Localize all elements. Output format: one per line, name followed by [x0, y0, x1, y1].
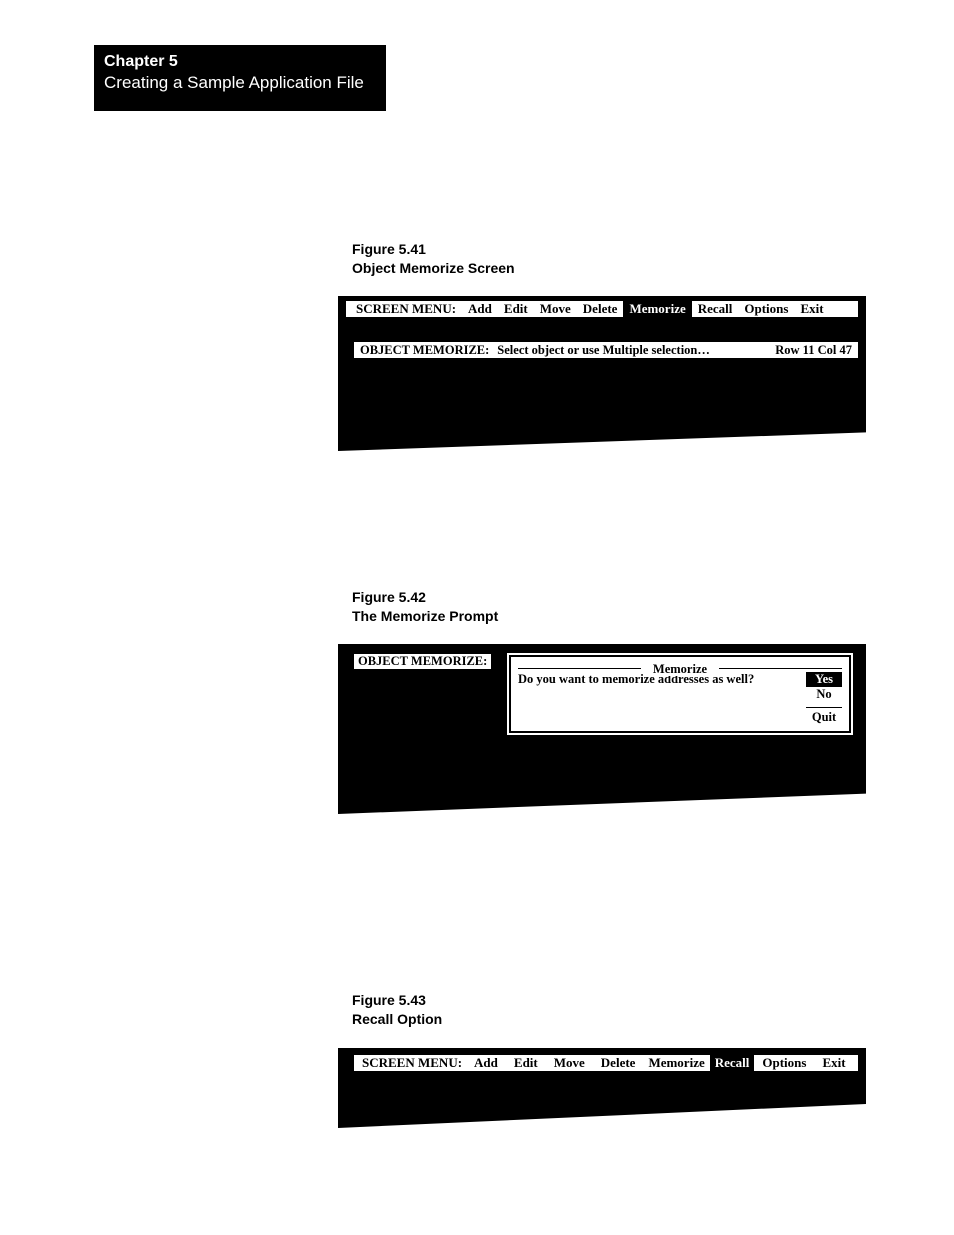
- figure-number: Figure 5.41: [352, 240, 515, 259]
- menu-item-move[interactable]: Move: [534, 301, 577, 317]
- menu-item-delete[interactable]: Delete: [593, 1055, 644, 1071]
- dialog-title: Memorize: [649, 662, 711, 676]
- menu-item-edit[interactable]: Edit: [498, 301, 534, 317]
- figure-title: The Memorize Prompt: [352, 607, 498, 626]
- figure-43-screen: SCREEN MENU: Add Edit Move Delete Memori…: [338, 1048, 866, 1128]
- memorize-dialog: Memorize Do you want to memorize address…: [506, 652, 854, 736]
- menu-item-edit[interactable]: Edit: [506, 1055, 546, 1071]
- cursor-position: Row 11 Col 47: [775, 343, 852, 358]
- figure-title: Object Memorize Screen: [352, 259, 515, 278]
- option-quit[interactable]: Quit: [806, 710, 842, 725]
- screen-menu-bar: SCREEN MENU: Add Edit Move Delete Memori…: [354, 1055, 858, 1071]
- screen-menu-label: SCREEN MENU:: [350, 301, 462, 317]
- chapter-number: Chapter 5: [104, 53, 376, 71]
- menu-item-add[interactable]: Add: [466, 1055, 506, 1071]
- figure-caption-41: Figure 5.41 Object Memorize Screen: [352, 240, 515, 278]
- figure-caption-42: Figure 5.42 The Memorize Prompt: [352, 588, 498, 626]
- option-no[interactable]: No: [806, 687, 842, 702]
- chapter-header: Chapter 5 Creating a Sample Application …: [94, 45, 386, 111]
- figure-number: Figure 5.42: [352, 588, 498, 607]
- menu-item-delete[interactable]: Delete: [577, 301, 624, 317]
- dialog-options: Yes No Quit: [806, 672, 842, 725]
- screen-menu-label: SCREEN MENU:: [358, 1055, 466, 1071]
- figure-caption-43: Figure 5.43 Recall Option: [352, 991, 442, 1029]
- menu-item-exit[interactable]: Exit: [794, 301, 829, 317]
- status-label: OBJECT MEMORIZE:: [360, 343, 489, 358]
- figure-42-screen: OBJECT MEMORIZE: Memorize Do you want to…: [338, 644, 866, 814]
- object-memorize-status-bar: OBJECT MEMORIZE: Select object or use Mu…: [354, 342, 858, 358]
- figure-number: Figure 5.43: [352, 991, 442, 1010]
- menu-item-exit[interactable]: Exit: [814, 1055, 853, 1071]
- menu-item-move[interactable]: Move: [546, 1055, 593, 1071]
- menu-item-options[interactable]: Options: [738, 301, 794, 317]
- screen-menu-bar: SCREEN MENU: Add Edit Move Delete Memori…: [346, 301, 858, 317]
- menu-item-options[interactable]: Options: [754, 1055, 814, 1071]
- dialog-title-row: Memorize: [518, 662, 842, 668]
- menu-item-recall[interactable]: Recall: [692, 301, 739, 317]
- menu-item-recall[interactable]: Recall: [710, 1055, 755, 1071]
- menu-item-add[interactable]: Add: [462, 301, 498, 317]
- option-separator: [806, 707, 842, 708]
- figure-title: Recall Option: [352, 1010, 442, 1029]
- option-yes[interactable]: Yes: [806, 672, 842, 687]
- object-memorize-label: OBJECT MEMORIZE:: [354, 654, 491, 669]
- dialog-prompt: Do you want to memorize addresses as wel…: [518, 672, 754, 687]
- menu-item-memorize[interactable]: Memorize: [643, 1055, 709, 1071]
- menu-item-memorize[interactable]: Memorize: [623, 301, 691, 317]
- figure-41-screen: SCREEN MENU: Add Edit Move Delete Memori…: [338, 296, 866, 451]
- chapter-title: Creating a Sample Application File: [104, 73, 376, 93]
- status-message: Select object or use Multiple selection…: [497, 343, 710, 358]
